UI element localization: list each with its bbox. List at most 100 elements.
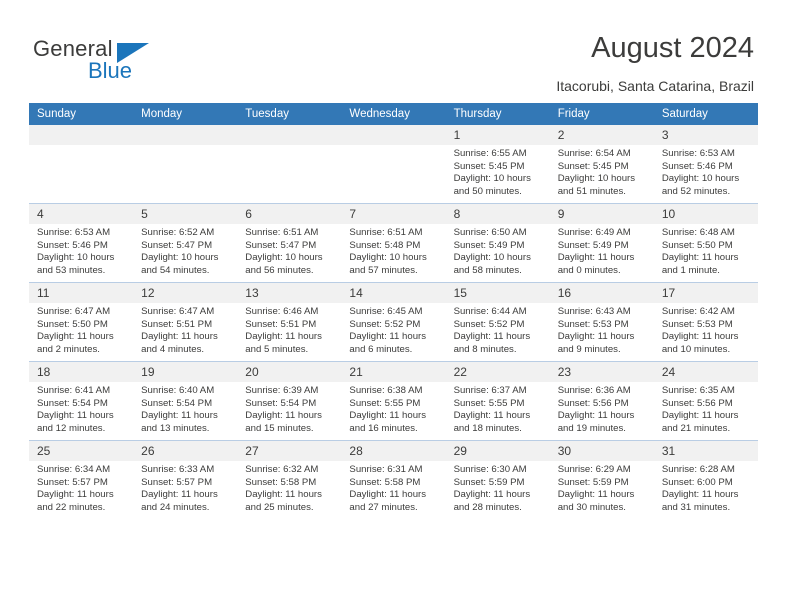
sunrise-text: Sunrise: 6:55 AM xyxy=(453,148,527,159)
day-details: Sunrise: 6:36 AM Sunset: 5:56 PM Daylight:… xyxy=(550,382,654,435)
sunrise-text: Sunrise: 6:50 AM xyxy=(453,227,527,238)
weekday-header-sunday: Sunday xyxy=(29,103,134,125)
day-details: Sunrise: 6:30 AM Sunset: 5:59 PM Daylight:… xyxy=(446,461,550,514)
calendar-day-cell[interactable]: 23 Sunrise: 6:36 AM Sunset: 5:56 PM Dayligh… xyxy=(549,361,654,441)
calendar-day-cell[interactable]: 8 Sunrise: 6:50 AM Sunset: 5:49 PM Daylight… xyxy=(445,203,550,283)
day-details: Sunrise: 6:53 AM Sunset: 5:46 PM Daylight:… xyxy=(654,145,758,198)
day-details: Sunrise: 6:43 AM Sunset: 5:53 PM Daylight:… xyxy=(550,303,654,356)
calendar-day-cell[interactable]: 1 Sunrise: 6:55 AM Sunset: 5:45 PM Daylight… xyxy=(445,125,550,204)
calendar-day-cell[interactable]: 16 Sunrise: 6:43 AM Sunset: 5:53 PM Dayligh… xyxy=(549,282,654,362)
calendar-page: General Blue August 2024 Itacorubi, Sant… xyxy=(0,0,792,612)
day-details: Sunrise: 6:44 AM Sunset: 5:52 PM Daylight:… xyxy=(446,303,550,356)
day-number xyxy=(29,125,134,145)
calendar-day-cell[interactable]: 19 Sunrise: 6:40 AM Sunset: 5:54 PM Dayligh… xyxy=(133,361,238,441)
general-blue-logo[interactable]: General Blue xyxy=(33,36,233,86)
day-details: Sunrise: 6:42 AM Sunset: 5:53 PM Daylight:… xyxy=(654,303,758,356)
calendar-day-cell[interactable]: 20 Sunrise: 6:39 AM Sunset: 5:54 PM Dayligh… xyxy=(237,361,342,441)
calendar-day-cell[interactable]: 7 Sunrise: 6:51 AM Sunset: 5:48 PM Daylight… xyxy=(341,203,446,283)
calendar-day-cell[interactable]: 24 Sunrise: 6:35 AM Sunset: 5:56 PM Dayligh… xyxy=(653,361,758,441)
sunset-text: Sunset: 5:51 PM xyxy=(245,318,317,330)
calendar-day-cell[interactable]: 28 Sunrise: 6:31 AM Sunset: 5:58 PM Dayligh… xyxy=(341,440,446,519)
calendar-day-cell[interactable]: 21 Sunrise: 6:38 AM Sunset: 5:55 PM Dayligh… xyxy=(341,361,446,441)
daylight-text-line2: and 18 minutes. xyxy=(453,422,522,434)
sunset-text: Sunset: 5:54 PM xyxy=(141,397,213,409)
sunset-text: Sunset: 5:58 PM xyxy=(245,476,317,488)
calendar-day-cell[interactable]: 14 Sunrise: 6:45 AM Sunset: 5:52 PM Dayligh… xyxy=(341,282,446,362)
sunrise-text: Sunrise: 6:45 AM xyxy=(349,306,423,317)
sunset-text: Sunset: 6:00 PM xyxy=(661,476,733,488)
calendar-day-cell[interactable]: 30 Sunrise: 6:29 AM Sunset: 5:59 PM Dayligh… xyxy=(549,440,654,519)
page-header: General Blue August 2024 Itacorubi, Sant… xyxy=(0,0,792,100)
day-details: Sunrise: 6:32 AM Sunset: 5:58 PM Daylight:… xyxy=(237,461,341,514)
daylight-text-line2: and 56 minutes. xyxy=(245,264,314,276)
daylight-text-line1: Daylight: 11 hours xyxy=(37,410,114,422)
sunset-text: Sunset: 5:57 PM xyxy=(37,476,108,488)
daylight-text-line1: Daylight: 11 hours xyxy=(349,331,427,343)
calendar-day-cell[interactable]: 29 Sunrise: 6:30 AM Sunset: 5:59 PM Dayligh… xyxy=(445,440,550,519)
sunset-text: Sunset: 5:56 PM xyxy=(557,397,629,409)
daylight-text-line2: and 57 minutes. xyxy=(349,264,418,276)
daylight-text-line1: Daylight: 11 hours xyxy=(245,410,322,422)
daylight-text-line1: Daylight: 11 hours xyxy=(141,489,218,501)
day-details: Sunrise: 6:52 AM Sunset: 5:47 PM Daylight:… xyxy=(133,224,237,277)
daylight-text-line1: Daylight: 11 hours xyxy=(557,410,635,422)
day-number: 29 xyxy=(445,441,550,461)
calendar-day-cell[interactable]: 25 Sunrise: 6:34 AM Sunset: 5:57 PM Dayligh… xyxy=(29,440,134,519)
day-details: Sunrise: 6:28 AM Sunset: 6:00 PM Daylight:… xyxy=(654,461,758,514)
calendar-body: 1 Sunrise: 6:55 AM Sunset: 5:45 PM Daylight… xyxy=(29,125,758,519)
daylight-text-line2: and 25 minutes. xyxy=(245,501,314,513)
logo-text-blue: Blue xyxy=(88,58,133,83)
sunset-text: Sunset: 5:46 PM xyxy=(37,239,108,251)
calendar-day-cell[interactable]: 15 Sunrise: 6:44 AM Sunset: 5:52 PM Dayligh… xyxy=(445,282,550,362)
daylight-text-line1: Daylight: 11 hours xyxy=(37,489,114,501)
calendar-day-cell[interactable]: 12 Sunrise: 6:47 AM Sunset: 5:51 PM Dayligh… xyxy=(133,282,238,362)
daylight-text-line2: and 54 minutes. xyxy=(141,264,210,276)
calendar-day-cell[interactable]: 10 Sunrise: 6:48 AM Sunset: 5:50 PM Dayligh… xyxy=(653,203,758,283)
sunrise-sunset-calendar: Sunday Monday Tuesday Wednesday Thursday… xyxy=(29,103,758,519)
sunrise-text: Sunrise: 6:49 AM xyxy=(557,227,631,238)
sunset-text: Sunset: 5:45 PM xyxy=(453,160,525,172)
day-details: Sunrise: 6:34 AM Sunset: 5:57 PM Daylight:… xyxy=(29,461,133,514)
day-details: Sunrise: 6:47 AM Sunset: 5:51 PM Daylight:… xyxy=(133,303,237,356)
calendar-day-cell[interactable]: 31 Sunrise: 6:28 AM Sunset: 6:00 PM Dayligh… xyxy=(653,440,758,519)
calendar-day-cell[interactable]: 4 Sunrise: 6:53 AM Sunset: 5:46 PM Daylight… xyxy=(29,203,134,283)
sunrise-text: Sunrise: 6:34 AM xyxy=(37,464,111,475)
calendar-day-cell[interactable]: 13 Sunrise: 6:46 AM Sunset: 5:51 PM Dayligh… xyxy=(237,282,342,362)
day-number: 9 xyxy=(549,204,654,224)
day-number: 12 xyxy=(133,283,238,303)
calendar-day-cell[interactable]: 18 Sunrise: 6:41 AM Sunset: 5:54 PM Dayligh… xyxy=(29,361,134,441)
sunrise-text: Sunrise: 6:46 AM xyxy=(245,306,319,317)
calendar-day-cell[interactable]: 9 Sunrise: 6:49 AM Sunset: 5:49 PM Daylight… xyxy=(549,203,654,283)
daylight-text-line1: Daylight: 11 hours xyxy=(557,252,635,264)
daylight-text-line1: Daylight: 11 hours xyxy=(661,489,739,501)
daylight-text-line2: and 13 minutes. xyxy=(141,422,210,434)
day-number: 4 xyxy=(29,204,134,224)
calendar-day-cell[interactable]: 11 Sunrise: 6:47 AM Sunset: 5:50 PM Dayligh… xyxy=(29,282,134,362)
sunrise-text: Sunrise: 6:42 AM xyxy=(661,306,735,317)
daylight-text-line2: and 24 minutes. xyxy=(141,501,210,513)
sunset-text: Sunset: 5:55 PM xyxy=(349,397,421,409)
sunrise-text: Sunrise: 6:53 AM xyxy=(37,227,111,238)
calendar-day-cell[interactable]: 5 Sunrise: 6:52 AM Sunset: 5:47 PM Daylight… xyxy=(133,203,238,283)
sunset-text: Sunset: 5:45 PM xyxy=(557,160,629,172)
calendar-day-cell-empty xyxy=(133,125,238,204)
calendar-week-row: 1 Sunrise: 6:55 AM Sunset: 5:45 PM Daylight… xyxy=(29,125,758,204)
day-number xyxy=(133,125,238,145)
day-number: 2 xyxy=(549,125,654,145)
calendar-day-cell[interactable]: 17 Sunrise: 6:42 AM Sunset: 5:53 PM Dayligh… xyxy=(653,282,758,362)
day-details: Sunrise: 6:35 AM Sunset: 5:56 PM Daylight:… xyxy=(654,382,758,435)
sunset-text: Sunset: 5:48 PM xyxy=(349,239,421,251)
daylight-text-line2: and 53 minutes. xyxy=(37,264,106,276)
calendar-day-cell[interactable]: 6 Sunrise: 6:51 AM Sunset: 5:47 PM Daylight… xyxy=(237,203,342,283)
sunset-text: Sunset: 5:57 PM xyxy=(141,476,213,488)
calendar-day-cell[interactable]: 2 Sunrise: 6:54 AM Sunset: 5:45 PM Daylight… xyxy=(549,125,654,204)
calendar-day-cell-empty xyxy=(341,125,446,204)
sunrise-text: Sunrise: 6:44 AM xyxy=(453,306,527,317)
calendar-day-cell[interactable]: 3 Sunrise: 6:53 AM Sunset: 5:46 PM Daylight… xyxy=(653,125,758,204)
calendar-day-cell[interactable]: 26 Sunrise: 6:33 AM Sunset: 5:57 PM Dayligh… xyxy=(133,440,238,519)
calendar-day-cell[interactable]: 22 Sunrise: 6:37 AM Sunset: 5:55 PM Dayligh… xyxy=(445,361,550,441)
calendar-day-cell[interactable]: 27 Sunrise: 6:32 AM Sunset: 5:58 PM Dayligh… xyxy=(237,440,342,519)
sunrise-text: Sunrise: 6:30 AM xyxy=(453,464,527,475)
day-details: Sunrise: 6:51 AM Sunset: 5:47 PM Daylight:… xyxy=(237,224,341,277)
calendar-week-row: 18 Sunrise: 6:41 AM Sunset: 5:54 PM Dayligh… xyxy=(29,361,758,441)
